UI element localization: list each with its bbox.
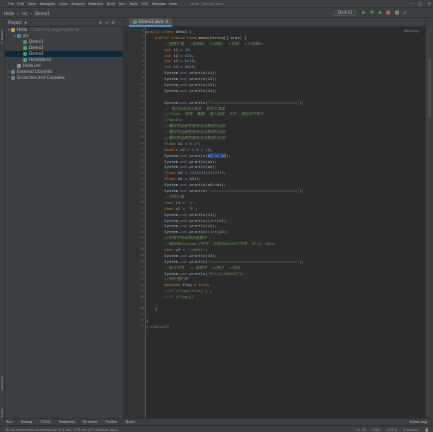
project-panel-header: Project ▾ ⊕ ≡ ⚙ – bbox=[5, 18, 123, 27]
window-controls: – □ ✕ bbox=[410, 1, 431, 6]
right-tool-strip bbox=[425, 18, 433, 418]
chevron-right-icon: › bbox=[30, 10, 33, 16]
menu-refactor[interactable]: Refactor bbox=[88, 2, 103, 6]
class-icon bbox=[133, 19, 137, 24]
tool-window-todo[interactable]: TODO bbox=[40, 420, 50, 424]
tool-window-terminal[interactable]: Terminal bbox=[83, 420, 98, 424]
iml-icon bbox=[17, 64, 21, 68]
tool-window-run[interactable]: Run bbox=[6, 420, 13, 424]
debug-icon[interactable]: ✱ bbox=[370, 10, 374, 16]
close-icon[interactable]: ✕ bbox=[428, 1, 431, 6]
tool-window-debug[interactable]: Debug bbox=[21, 420, 33, 424]
chevron-down-icon[interactable]: ▾ bbox=[25, 20, 27, 25]
cls-icon bbox=[23, 46, 27, 50]
breadcrumb-class[interactable]: Demo1 bbox=[35, 11, 49, 16]
project-panel-actions: ⊕ ≡ ⚙ – bbox=[99, 20, 123, 25]
collapse-icon[interactable]: ≡ bbox=[105, 20, 108, 25]
chevron-right-icon: › bbox=[17, 10, 19, 16]
menu-view[interactable]: View bbox=[28, 2, 36, 6]
search-icon[interactable]: ⌕ bbox=[403, 10, 406, 16]
line-number-gutter: 1 2 3 4 5 6 7 8 9 10 11 12 13 14 15 16 17 18 19 20 21 22 23 24 2… bbox=[124, 27, 146, 418]
breadcrumb-project[interactable]: Hello bbox=[4, 11, 14, 16]
code-lines: public class Demo1 { public static void … bbox=[146, 29, 425, 329]
editor-status-badge: Reading... bbox=[404, 29, 421, 33]
project-panel: Project ▾ ⊕ ≡ ⚙ – ▾ Hello C:\Users\jiangji… bbox=[5, 18, 124, 418]
menu-help[interactable]: Help bbox=[169, 2, 177, 6]
stop-icon[interactable]: ■ bbox=[386, 10, 391, 16]
tool-window-profiler[interactable]: Profiler bbox=[106, 420, 118, 424]
editor-tab-demo1[interactable]: Demo1.java × bbox=[129, 18, 173, 27]
menu-tools[interactable]: Tools bbox=[129, 2, 138, 6]
lib-icon bbox=[11, 70, 15, 74]
line-separator[interactable]: CRLF bbox=[372, 428, 381, 432]
src-icon bbox=[17, 34, 21, 38]
menu-run[interactable]: Run bbox=[119, 2, 126, 6]
tool-window-build[interactable]: Build bbox=[126, 420, 135, 424]
run-icon[interactable]: ▶ bbox=[362, 10, 366, 16]
scrollbar-thumb[interactable] bbox=[428, 58, 431, 118]
run-configuration-select[interactable]: Demo1 bbox=[334, 10, 357, 16]
status-indicators: 11:53 CRLF UTF-8 4 spaces 🔒 bbox=[356, 428, 429, 432]
minimize-icon[interactable]: – bbox=[410, 1, 412, 6]
maximize-icon[interactable]: □ bbox=[418, 1, 422, 6]
menu-build[interactable]: Build bbox=[107, 2, 116, 6]
editor-tab-label: Demo1.java bbox=[139, 19, 164, 24]
tree-item-path: C:\Users\jiangjiang\Hello bbox=[30, 27, 80, 32]
code-line: //class123 bbox=[146, 323, 169, 329]
event-log-button[interactable]: Event Log bbox=[410, 420, 433, 424]
navigation-bar: Hello › src › Demo1 Demo1 ▶ ✱ ◆ ■ ▦ ⌕ bbox=[0, 8, 433, 18]
title-bar: File Edit View Navigate Code Analyze Refactor B… bbox=[0, 0, 433, 8]
hide-icon[interactable]: – bbox=[118, 20, 120, 25]
menu-file[interactable]: File bbox=[8, 2, 14, 6]
menu-code[interactable]: Code bbox=[59, 2, 68, 6]
breadcrumb: Hello › src › Demo1 bbox=[4, 11, 50, 16]
folder-icon bbox=[11, 28, 15, 32]
coverage-icon[interactable]: ◆ bbox=[378, 10, 382, 16]
cls-icon bbox=[23, 40, 27, 44]
close-icon[interactable]: × bbox=[165, 19, 168, 24]
line-number: 51 bbox=[139, 324, 144, 328]
cls-icon bbox=[23, 58, 27, 62]
tool-window-problems[interactable]: Problems bbox=[59, 420, 75, 424]
project-tree: ▾ Hello C:\Users\jiangjiang\Hello ▾ src Demo1… bbox=[5, 27, 123, 81]
editor-tab-bar: Demo1.java × bbox=[124, 18, 433, 27]
lock-icon[interactable]: 🔒 bbox=[425, 428, 429, 432]
status-message[interactable]: Build completed successfully in 2 sec, 2… bbox=[6, 428, 118, 432]
tree-item[interactable]: › Scratches and Consoles bbox=[5, 75, 123, 81]
lib-icon bbox=[11, 76, 15, 80]
tool-window-bar: Run Debug TODO Problems Terminal Profiler Buil… bbox=[0, 418, 433, 425]
menu-edit[interactable]: Edit bbox=[17, 2, 24, 6]
tree-item-label: Scratches and Consoles bbox=[17, 75, 65, 80]
breadcrumb-src[interactable]: src bbox=[22, 11, 28, 16]
indent-setting[interactable]: 4 spaces bbox=[403, 428, 418, 432]
menu-navigate[interactable]: Navigate bbox=[39, 2, 55, 6]
gear-icon[interactable]: ⚙ bbox=[111, 20, 115, 25]
status-bar: Build completed successfully in 2 sec, 2… bbox=[0, 425, 433, 432]
code-editor[interactable]: public class Demo1 { public static void … bbox=[146, 27, 425, 418]
menu-analyze[interactable]: Analyze bbox=[71, 2, 85, 6]
main-menu: File Edit View Navigate Code Analyze Refactor B… bbox=[8, 2, 177, 6]
menu-window[interactable]: Window bbox=[152, 2, 166, 6]
cls-icon bbox=[23, 52, 27, 56]
project-panel-title[interactable]: Project bbox=[8, 20, 22, 25]
window-title: Hello - Demo1.java bbox=[190, 1, 224, 6]
caret-position[interactable]: 11:53 bbox=[356, 428, 366, 432]
locate-icon[interactable]: ⊕ bbox=[99, 20, 102, 25]
run-toolbar: ▶ ✱ ◆ ■ ▦ ⌕ bbox=[362, 10, 406, 16]
tree-item-label: src bbox=[23, 33, 29, 38]
project-structure-icon[interactable]: ▦ bbox=[395, 10, 400, 16]
menu-vcs[interactable]: VCS bbox=[141, 2, 148, 6]
file-encoding[interactable]: UTF-8 bbox=[387, 428, 397, 432]
